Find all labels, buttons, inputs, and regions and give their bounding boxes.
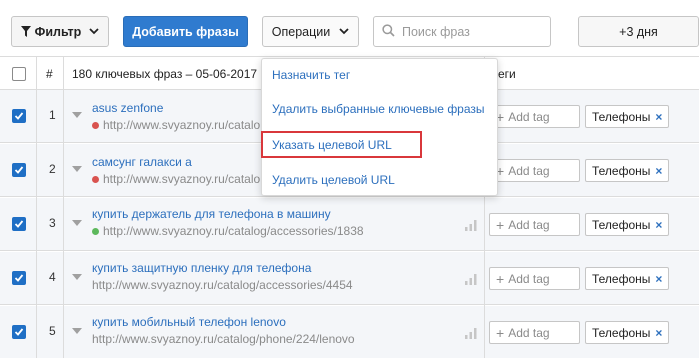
remove-tag-icon[interactable]: ×: [655, 218, 662, 232]
row-checkbox[interactable]: [12, 217, 26, 231]
operations-label: Операции: [271, 24, 331, 39]
header-num: #: [46, 67, 53, 81]
plus-icon: +: [496, 216, 505, 233]
tag-label: Телефоны: [592, 163, 651, 178]
header-phrases: 180 ключевых фраз – 05-06-2017: [72, 67, 258, 81]
table-row[interactable]: 4 купить защитную пленку для телефона ht…: [0, 252, 699, 305]
target-url: http://www.svyaznoy.ru/catalo: [103, 118, 261, 132]
row-number: 3: [49, 216, 56, 230]
add-tag-label: Add tag: [508, 217, 550, 232]
menu-item-assign-tag[interactable]: Назначить тег: [272, 68, 350, 82]
add-tag-button[interactable]: + Add tag: [489, 321, 580, 344]
keyword-link[interactable]: самсунг галакси а: [92, 155, 192, 169]
remove-tag-icon[interactable]: ×: [655, 272, 662, 286]
tag-label: Телефоны: [592, 325, 651, 340]
search-icon: [382, 23, 395, 40]
add-tag-button[interactable]: + Add tag: [489, 105, 580, 128]
chevron-down-icon: [89, 28, 99, 35]
row-checkbox[interactable]: [12, 163, 26, 177]
keyword-link[interactable]: купить защитную пленку для телефона: [92, 261, 311, 275]
keyword-link[interactable]: купить держатель для телефона в машину: [92, 207, 331, 221]
expand-caret-icon[interactable]: [72, 274, 82, 280]
status-dot: [92, 122, 99, 129]
target-url: http://www.svyaznoy.ru/catalo: [103, 172, 261, 186]
operations-button[interactable]: Операции: [262, 16, 359, 47]
add-tag-label: Add tag: [508, 271, 550, 286]
tag-chip: Телефоны ×: [585, 321, 669, 344]
stats-bars-icon[interactable]: [465, 220, 477, 234]
search-input[interactable]: [402, 24, 542, 39]
column-divider: [36, 56, 37, 358]
remove-tag-icon[interactable]: ×: [655, 164, 662, 178]
target-url: http://www.svyaznoy.ru/catalog/phone/224…: [92, 332, 355, 346]
select-all-checkbox[interactable]: [12, 67, 26, 81]
row-number: 2: [49, 162, 56, 176]
search-box[interactable]: [373, 16, 551, 47]
target-url: http://www.svyaznoy.ru/catalog/accessori…: [92, 278, 353, 292]
plus-icon: +: [496, 324, 505, 341]
menu-item-delete-phrases[interactable]: Удалить выбранные ключевые фразы: [272, 102, 485, 116]
tag-chip: Телефоны ×: [585, 159, 669, 182]
remove-tag-icon[interactable]: ×: [655, 326, 662, 340]
add-tag-label: Add tag: [508, 325, 550, 340]
status-dot: [92, 228, 99, 235]
tag-chip: Телефоны ×: [585, 267, 669, 290]
plus-icon: +: [496, 270, 505, 287]
status-dot: [92, 176, 99, 183]
add-days-label: +3 дня: [619, 24, 658, 39]
expand-caret-icon[interactable]: [72, 220, 82, 226]
filter-icon: [20, 26, 31, 37]
row-number: 4: [49, 270, 56, 284]
add-tag-button[interactable]: + Add tag: [489, 267, 580, 290]
filter-button[interactable]: Фильтр: [11, 16, 109, 47]
row-checkbox[interactable]: [12, 325, 26, 339]
stats-bars-icon[interactable]: [465, 328, 477, 342]
row-checkbox[interactable]: [12, 271, 26, 285]
expand-caret-icon[interactable]: [72, 328, 82, 334]
header-tags: еги: [498, 67, 516, 81]
menu-item-set-target-url[interactable]: Указать целевой URL: [272, 138, 392, 152]
chevron-down-icon: [339, 28, 349, 35]
table-row[interactable]: 5 купить мобильный телефон lenovo http:/…: [0, 306, 699, 358]
add-tag-label: Add tag: [508, 109, 550, 124]
tag-label: Телефоны: [592, 217, 651, 232]
tag-chip: Телефоны ×: [585, 213, 669, 236]
add-phrases-button[interactable]: Добавить фразы: [123, 16, 248, 47]
table-row[interactable]: 3 купить держатель для телефона в машину…: [0, 198, 699, 251]
target-url: http://www.svyaznoy.ru/catalog/accessori…: [103, 224, 364, 238]
remove-tag-icon[interactable]: ×: [655, 110, 662, 124]
operations-dropdown: Назначить тег Удалить выбранные ключевые…: [261, 58, 498, 196]
tag-label: Телефоны: [592, 271, 651, 286]
add-phrases-label: Добавить фразы: [132, 24, 239, 39]
menu-item-delete-target-url[interactable]: Удалить целевой URL: [272, 173, 395, 187]
column-divider: [63, 56, 64, 358]
tag-label: Телефоны: [592, 109, 651, 124]
expand-caret-icon[interactable]: [72, 112, 82, 118]
row-number: 1: [49, 108, 56, 122]
add-tag-button[interactable]: + Add tag: [489, 159, 580, 182]
keyword-link[interactable]: asus zenfone: [92, 101, 163, 115]
tag-chip: Телефоны ×: [585, 105, 669, 128]
row-checkbox[interactable]: [12, 109, 26, 123]
add-tag-label: Add tag: [508, 163, 550, 178]
add-days-button[interactable]: +3 дня: [578, 16, 699, 47]
add-tag-button[interactable]: + Add tag: [489, 213, 580, 236]
keyword-link[interactable]: купить мобильный телефон lenovo: [92, 315, 286, 329]
stats-bars-icon[interactable]: [465, 274, 477, 288]
row-number: 5: [49, 324, 56, 338]
expand-caret-icon[interactable]: [72, 166, 82, 172]
filter-label: Фильтр: [34, 24, 82, 39]
toolbar: Фильтр Добавить фразы Операции +3 дня: [0, 0, 699, 56]
